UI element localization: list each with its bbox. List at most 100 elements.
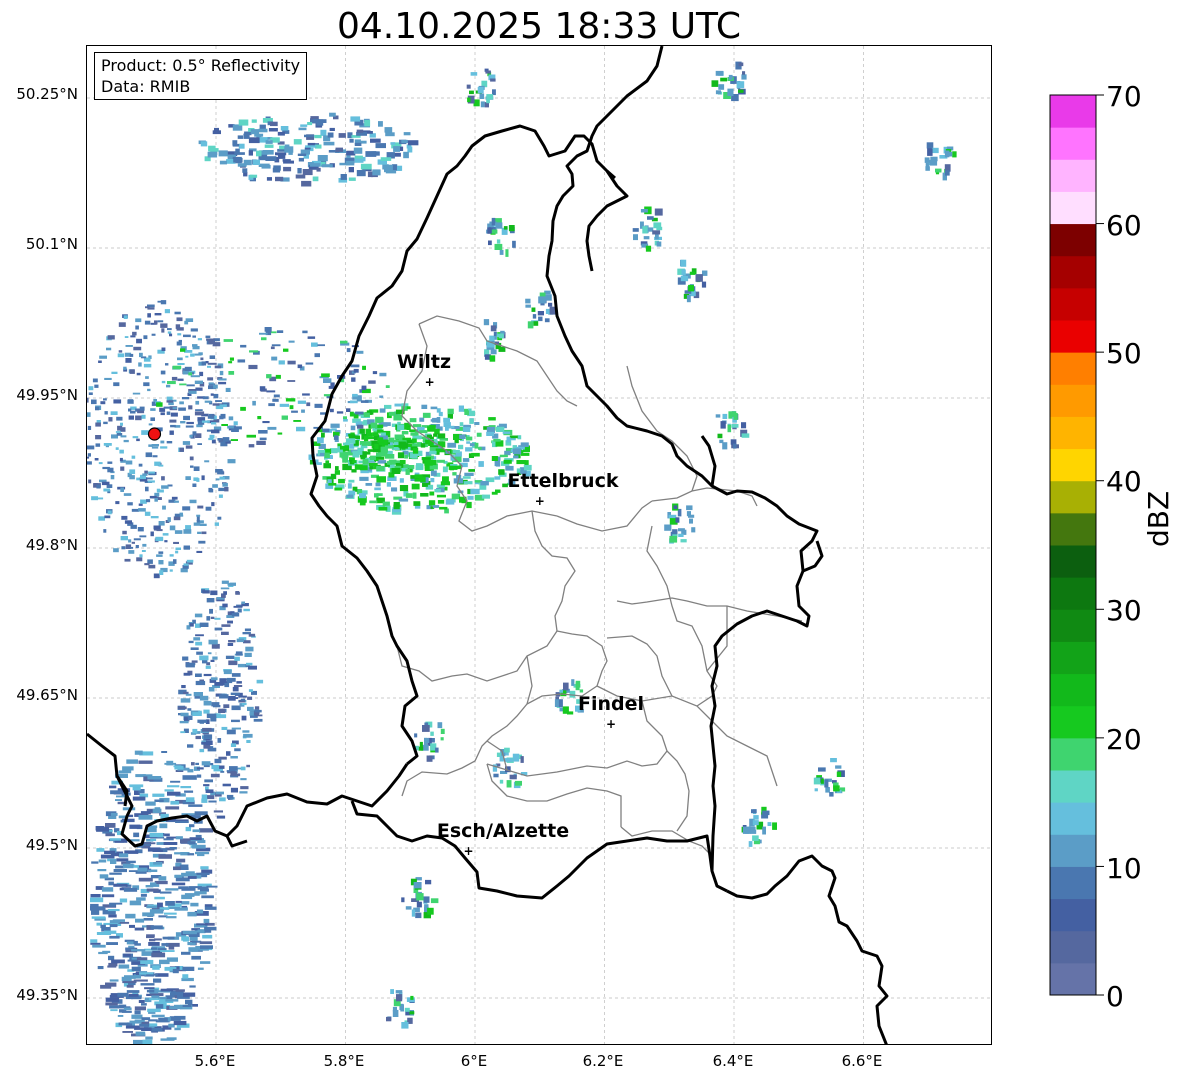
- echo-cell: [192, 344, 198, 347]
- echo-cell: [462, 458, 470, 462]
- echo-cell: [415, 912, 422, 919]
- echo-cell: [265, 156, 277, 161]
- echo-cell: [297, 168, 302, 174]
- echo-cell: [226, 729, 236, 735]
- echo-cell: [165, 888, 179, 891]
- echo-cell: [233, 605, 243, 608]
- echo-cell: [211, 422, 217, 425]
- echo-cell: [466, 84, 471, 89]
- echo-cell: [409, 1011, 415, 1015]
- echo-cell: [232, 143, 240, 147]
- echo-cell: [200, 866, 209, 870]
- radar-map[interactable]: + + + +: [86, 45, 992, 1045]
- echo-cell: [139, 535, 147, 538]
- echo-cell: [344, 453, 353, 456]
- echo-cell: [230, 697, 239, 699]
- echo-cell: [167, 381, 176, 385]
- echo-cell: [374, 443, 379, 449]
- echo-cell: [201, 742, 210, 745]
- echo-cell: [115, 799, 122, 801]
- echo-cell: [345, 160, 355, 166]
- echo-cell: [385, 385, 390, 388]
- echo-cell: [176, 858, 186, 863]
- echo-cell: [195, 409, 203, 411]
- echo-cell: [96, 497, 104, 500]
- echo-cell: [421, 404, 428, 409]
- echo-cell: [241, 703, 247, 706]
- echo-cell: [196, 550, 203, 553]
- echo-cell: [235, 592, 240, 595]
- echo-cell: [259, 386, 266, 391]
- echo-cell: [379, 408, 386, 413]
- echo-cell: [123, 315, 128, 319]
- colorbar-swatch: [1050, 609, 1096, 642]
- echo-cell: [167, 331, 172, 334]
- echo-cell: [533, 321, 539, 326]
- echo-cell: [118, 322, 126, 327]
- echo-cell: [422, 412, 431, 418]
- echo-cell: [123, 1007, 132, 1011]
- echo-cell: [406, 406, 411, 410]
- echo-cell: [691, 527, 696, 533]
- echo-cell: [136, 957, 148, 961]
- echo-cell: [495, 426, 505, 432]
- echo-cell: [201, 794, 208, 799]
- echo-cell: [727, 88, 734, 96]
- echo-cell: [506, 780, 512, 788]
- echo-cell: [210, 616, 215, 619]
- echo-cell: [335, 147, 343, 152]
- echo-cell: [183, 672, 191, 676]
- echo-cell: [140, 893, 147, 897]
- echo-cell: [353, 368, 359, 373]
- echo-cell: [302, 169, 313, 176]
- echo-cell: [245, 646, 254, 652]
- echo-cell: [166, 384, 171, 388]
- echo-cell: [187, 853, 195, 856]
- echo-cell: [426, 755, 433, 762]
- echo-cell: [143, 842, 156, 845]
- echo-cell: [226, 677, 236, 682]
- echo-cell: [132, 392, 141, 395]
- echo-cell: [201, 420, 210, 423]
- echo-cell: [146, 827, 157, 833]
- echo-cell: [302, 330, 308, 334]
- echo-cell: [187, 841, 196, 845]
- echo-cell: [250, 174, 258, 178]
- echo-cell: [192, 431, 197, 436]
- colorbar-swatch: [1050, 191, 1096, 225]
- echo-cell: [947, 151, 953, 157]
- echo-cell: [340, 340, 348, 344]
- echo-cell: [154, 313, 162, 316]
- echo-cell: [688, 284, 694, 292]
- echo-cell: [813, 777, 821, 785]
- echo-cell: [225, 387, 231, 392]
- echo-cell: [248, 137, 260, 144]
- echo-cell: [183, 415, 190, 421]
- echo-cell: [125, 345, 133, 347]
- echo-cell: [136, 477, 140, 481]
- echo-cell: [151, 952, 166, 958]
- echo-cell: [148, 471, 155, 474]
- echo-cell: [129, 475, 135, 480]
- echo-cell: [430, 470, 437, 476]
- echo-cell: [491, 217, 496, 226]
- echo-cell: [208, 145, 216, 152]
- echo-cell: [95, 443, 101, 447]
- echo-cell: [138, 760, 153, 764]
- echo-cell: [128, 993, 139, 997]
- echo-cell: [404, 1007, 410, 1012]
- echo-cell: [517, 435, 522, 440]
- colorbar-swatch: [1050, 95, 1096, 128]
- echo-cell: [147, 480, 155, 483]
- echo-cell: [220, 770, 225, 773]
- echo-cell: [100, 401, 106, 405]
- echo-cell: [654, 208, 663, 216]
- echo-cell: [469, 443, 476, 447]
- echo-cell: [505, 249, 509, 257]
- echo-cell: [411, 443, 421, 447]
- colorbar-swatch: [1050, 255, 1096, 289]
- echo-cell: [498, 346, 506, 352]
- echo-cell: [464, 472, 474, 476]
- echo-cell: [108, 881, 114, 886]
- echo-cell: [182, 656, 189, 661]
